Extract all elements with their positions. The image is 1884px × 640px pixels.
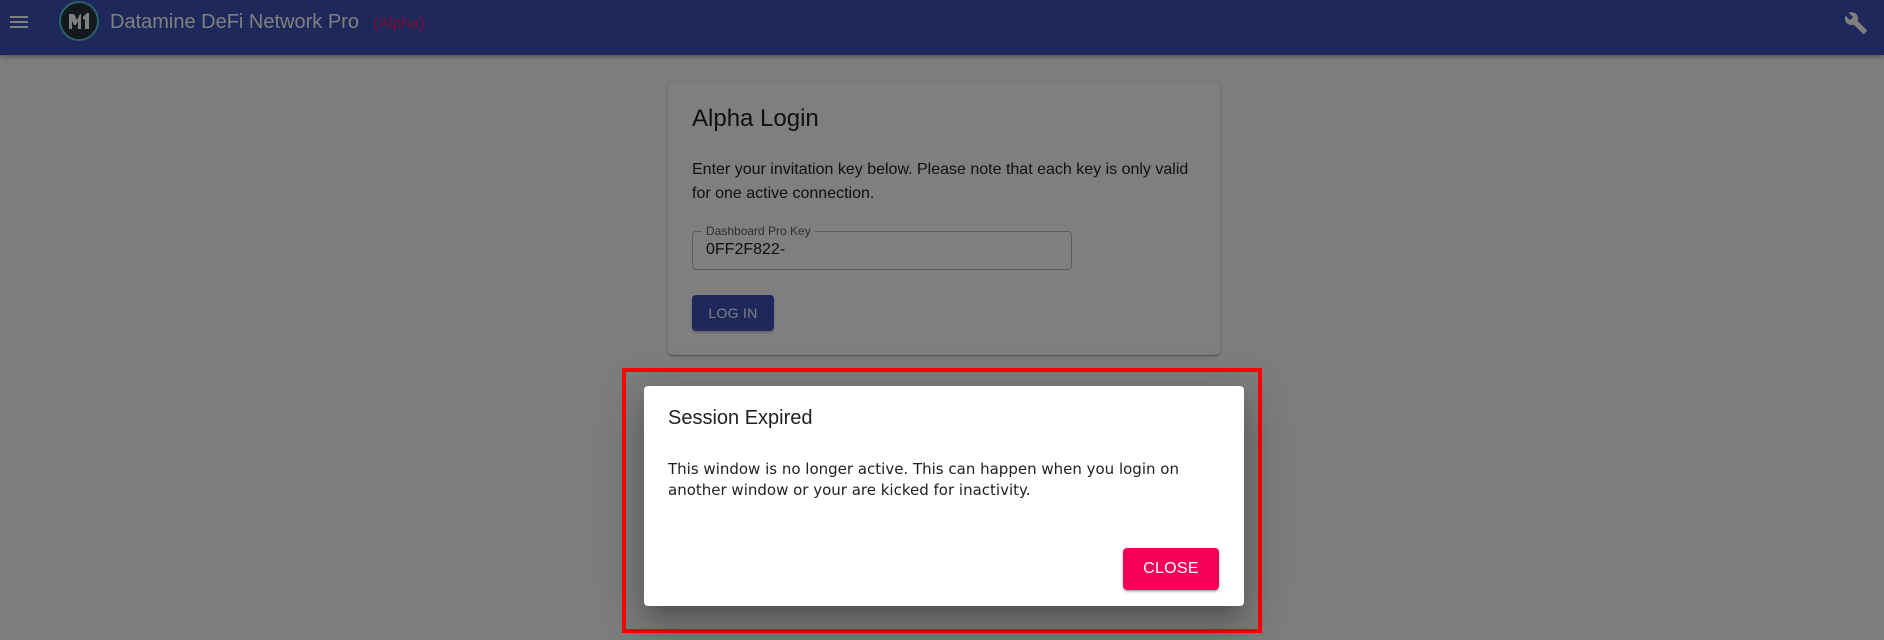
session-expired-dialog: Session Expired This window is no longer… xyxy=(644,386,1244,606)
close-button[interactable]: CLOSE xyxy=(1123,548,1219,590)
dialog-message: This window is no longer active. This ca… xyxy=(668,460,1179,499)
dialog-title: Session Expired xyxy=(668,407,813,429)
